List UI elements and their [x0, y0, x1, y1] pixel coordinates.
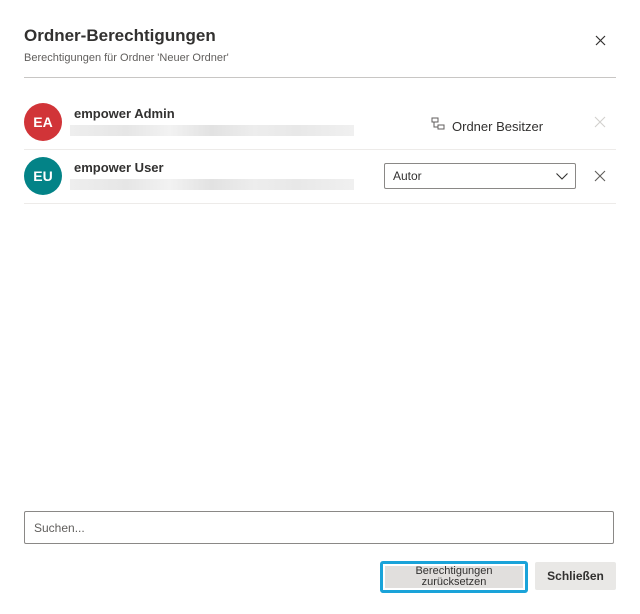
role-dropdown-value: Autor — [393, 169, 422, 183]
avatar-initials: EU — [33, 168, 53, 184]
user-row-user: EU empower User Autor — [24, 149, 616, 204]
avatar: EA — [24, 103, 62, 141]
remove-user-button-disabled — [592, 114, 608, 130]
close-dialog-button[interactable] — [590, 30, 610, 50]
redacted-email — [70, 125, 354, 136]
user-name: empower User — [74, 160, 164, 175]
redacted-email — [70, 179, 354, 190]
dialog-title: Ordner-Berechtigungen — [24, 26, 216, 45]
owner-role-label: Ordner Besitzer — [452, 119, 544, 134]
reset-permissions-button[interactable]: Berechtigungen zurücksetzen — [380, 561, 528, 593]
reset-permissions-label: Berechtigungen zurücksetzen — [385, 566, 523, 588]
search-field — [24, 511, 614, 544]
role-dropdown[interactable]: Autor — [384, 163, 576, 189]
user-name: empower Admin — [74, 106, 175, 121]
user-row-admin: EA empower Admin Ordner Besitzer — [24, 95, 616, 150]
avatar-initials: EA — [33, 114, 53, 130]
close-icon — [595, 35, 605, 45]
avatar: EU — [24, 157, 62, 195]
dialog-subtitle: Berechtigungen für Ordner 'Neuer Ordner' — [24, 52, 229, 64]
header-divider — [24, 77, 616, 78]
permissions-dialog: Ordner-Berechtigungen Berechtigungen für… — [0, 0, 640, 614]
remove-user-button[interactable] — [592, 168, 608, 184]
close-icon — [594, 116, 606, 128]
close-icon — [594, 170, 606, 182]
hierarchy-icon — [431, 117, 445, 129]
close-button[interactable]: Schließen — [535, 562, 616, 590]
search-input[interactable] — [32, 512, 596, 543]
chevron-down-icon — [556, 173, 568, 180]
owner-role: Ordner Besitzer — [431, 113, 543, 134]
